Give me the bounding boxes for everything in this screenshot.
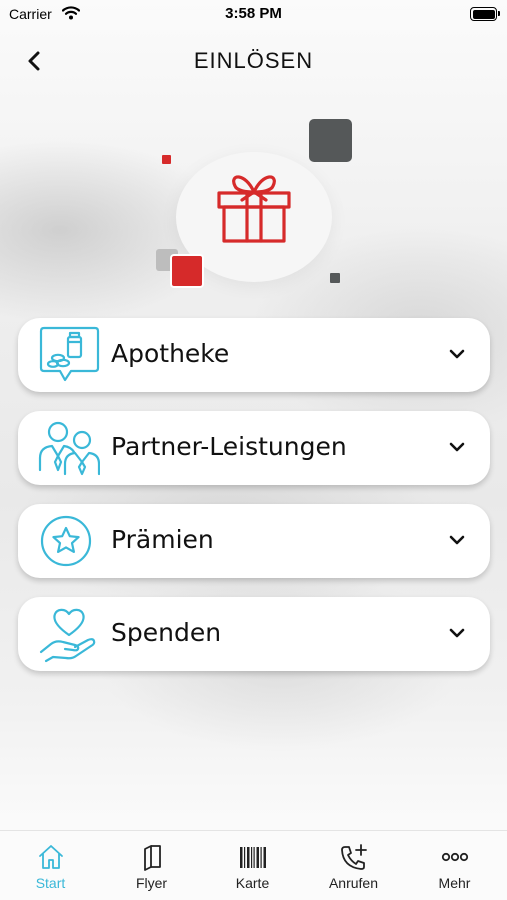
tab-label: Anrufen <box>328 875 379 891</box>
tab-label: Flyer <box>135 875 168 891</box>
battery-icon <box>470 7 500 21</box>
chevron-down-icon <box>449 442 465 452</box>
hero-illustration <box>0 110 507 300</box>
partners-icon <box>38 421 100 476</box>
menu-item-praemien[interactable]: Prämien <box>18 504 490 578</box>
tab-mehr[interactable]: Mehr <box>404 831 505 900</box>
star-circle-icon <box>40 515 92 567</box>
decor-square <box>330 273 340 283</box>
tab-flyer[interactable]: Flyer <box>101 831 202 900</box>
gift-icon <box>217 175 291 243</box>
home-icon <box>39 845 63 869</box>
menu-item-partner-leistungen[interactable]: Partner-Leistungen <box>18 411 490 485</box>
menu-item-spenden[interactable]: Spenden <box>18 597 490 671</box>
tab-label: Mehr <box>438 875 471 891</box>
more-icon <box>441 852 469 862</box>
menu-item-apotheke[interactable]: Apotheke <box>18 318 490 392</box>
chevron-down-icon <box>449 535 465 545</box>
flyer-icon <box>144 845 161 871</box>
heart-hand-icon <box>39 608 96 663</box>
phone-plus-icon <box>341 844 367 870</box>
barcode-icon <box>240 847 266 868</box>
tab-label: Karte <box>235 875 270 891</box>
pharmacy-chat-icon <box>39 326 100 382</box>
menu-item-label: Partner-Leistungen <box>111 432 347 461</box>
tab-bar: Start Flyer Karte Anrufen Mehr <box>0 830 507 900</box>
decor-square <box>170 254 204 288</box>
tab-start[interactable]: Start <box>0 831 101 900</box>
page-title: EINLÖSEN <box>193 48 314 73</box>
redeem-menu: Apotheke Partner-Leistungen Prämien Spen… <box>18 318 490 690</box>
tab-anrufen[interactable]: Anrufen <box>303 831 404 900</box>
menu-item-label: Apotheke <box>111 339 230 368</box>
status-bar: Carrier 3:58 PM <box>0 0 507 30</box>
tab-karte[interactable]: Karte <box>202 831 303 900</box>
menu-item-label: Prämien <box>111 525 214 554</box>
chevron-down-icon <box>449 628 465 638</box>
tab-label: Start <box>35 875 66 891</box>
decor-square <box>162 155 171 164</box>
chevron-down-icon <box>449 349 465 359</box>
menu-item-label: Spenden <box>111 618 222 647</box>
navigation-bar: EINLÖSEN <box>0 30 507 90</box>
status-time: 3:58 PM <box>225 5 282 22</box>
decor-square <box>309 119 352 162</box>
